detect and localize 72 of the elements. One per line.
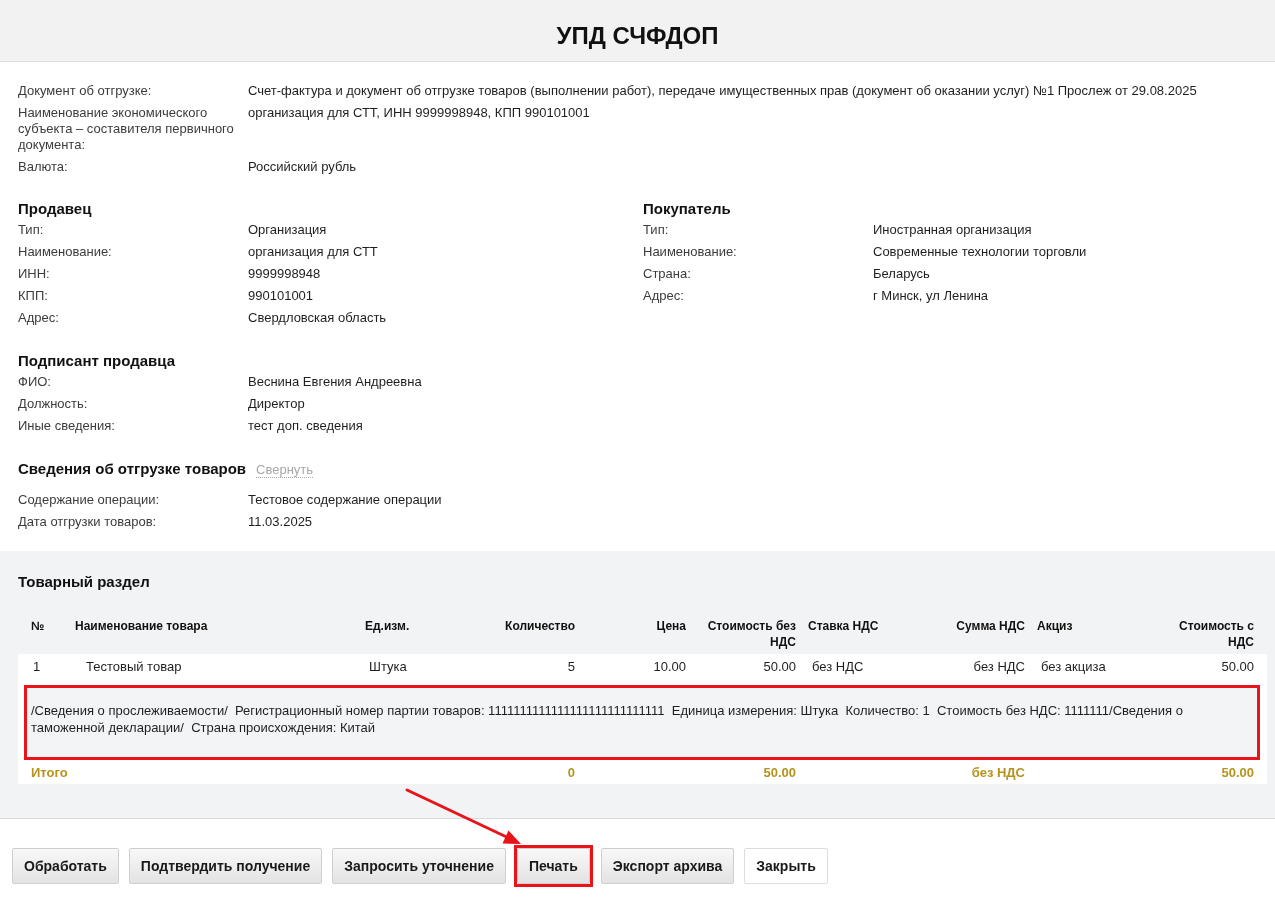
field-value: организация для СТТ, ИНН 9999998948, КПП 990101001 — [248, 105, 590, 122]
field-label: Наименование: — [18, 244, 113, 260]
table-cell: 10.00 — [581, 654, 692, 680]
table-cell: без НДС — [920, 654, 1031, 680]
field-label: Дата отгрузки товаров: — [18, 514, 158, 530]
total-cell: 50.00 — [692, 762, 802, 784]
action-button[interactable]: Печать — [516, 848, 590, 884]
column-header: Цена — [581, 607, 692, 654]
action-button[interactable]: Экспорт архива — [600, 848, 735, 884]
total-label: Итого — [18, 762, 470, 784]
field-value: организация для СТТ — [248, 244, 378, 260]
column-header: Ставка НДС — [802, 607, 920, 654]
table-cell: 50.00 — [1150, 654, 1267, 680]
field-value: тест доп. сведения — [248, 418, 363, 434]
column-header: Ед.изм. — [359, 607, 470, 654]
section-title: Подписант продавца — [18, 351, 175, 371]
section-title: Продавец — [18, 199, 92, 219]
column-header: Акциз — [1031, 607, 1150, 654]
field-value: Счет-фактура и документ об отгрузке товаров (выполнении работ), передаче имущественных прав (документ об оказании услуг) №1 Прослеж от 29.08.2025 — [248, 83, 1197, 99]
column-header: Наименование товара — [69, 607, 359, 654]
section-title: Товарный раздел — [18, 572, 150, 592]
field-label: Документ об отгрузке: — [18, 83, 153, 99]
field-label: Наименование: — [643, 244, 738, 260]
section-title: Сведения об отгрузке товаров — [18, 459, 247, 479]
field-value: Беларусь — [873, 266, 930, 282]
column-header: Сумма НДС — [920, 607, 1031, 654]
section-title: Покупатель — [643, 199, 731, 219]
field-value: г Минск, ул Ленина — [873, 288, 989, 304]
field-value: Организация — [248, 222, 327, 238]
table-cell: Штука — [359, 654, 470, 680]
field-label: Валюта: — [18, 159, 69, 175]
field-value: Современные технологии торговли — [873, 244, 1087, 260]
action-button[interactable]: Запросить уточнение — [332, 848, 506, 884]
table-cell: 50.00 — [692, 654, 802, 680]
field-value: Российский рубль — [248, 159, 357, 175]
field-label: ФИО: — [18, 374, 52, 390]
table-cell: без НДС — [802, 654, 920, 680]
field-value: Директор — [248, 396, 305, 412]
field-label: Иные сведения: — [18, 418, 116, 434]
field-value: 11.03.2025 — [248, 514, 313, 530]
field-value: Иностранная организация — [873, 222, 1032, 238]
column-header: Стоимость без НДС — [692, 607, 802, 654]
table-cell: 5 — [470, 654, 581, 680]
field-value: 990101001 — [248, 288, 314, 304]
table-cell: 1 — [18, 654, 69, 680]
total-cell: без НДС — [920, 762, 1031, 784]
total-cell: 0 — [470, 762, 581, 784]
field-value: Тестовое содержание операции — [248, 492, 442, 508]
column-header: Стоимость с НДС — [1150, 607, 1267, 654]
traceability-text: /Сведения о прослеживаемости/ Регистрационный номер партии товаров: 1111111111111111111111111111 Единица измерения: Штука Количество: 1 Стоимость без НДС: 1111111/Сведения о таможенной декларации/ Страна происхождения: Китай — [31, 702, 1184, 736]
field-value: Веснина Евгения Андреевна — [248, 374, 422, 390]
total-cell: 50.00 — [1150, 762, 1267, 784]
window-title: УПД СЧФДОП — [556, 22, 719, 50]
field-label: Страна: — [643, 266, 692, 282]
column-header: № — [18, 607, 69, 654]
action-button[interactable]: Обработать — [12, 848, 119, 884]
field-label: Адрес: — [643, 288, 685, 304]
field-label: Тип: — [643, 222, 670, 238]
column-header: Количество — [470, 607, 581, 654]
field-value: 9999998948 — [248, 266, 321, 282]
field-label: Тип: — [18, 222, 45, 238]
field-label: Адрес: — [18, 310, 60, 326]
field-label: Наименование экономического субъекта – составителя первичного документа: — [18, 105, 235, 153]
action-button[interactable]: Закрыть — [744, 848, 828, 884]
table-cell: без акциза — [1031, 654, 1150, 680]
field-label: КПП: — [18, 288, 49, 304]
action-button[interactable]: Подтвердить получение — [128, 848, 323, 884]
field-label: Содержание операции: — [18, 492, 161, 508]
table-cell: Тестовый товар — [69, 654, 359, 680]
field-label: ИНН: — [18, 266, 51, 282]
field-label: Должность: — [18, 396, 89, 412]
field-value: Свердловская область — [248, 310, 387, 326]
